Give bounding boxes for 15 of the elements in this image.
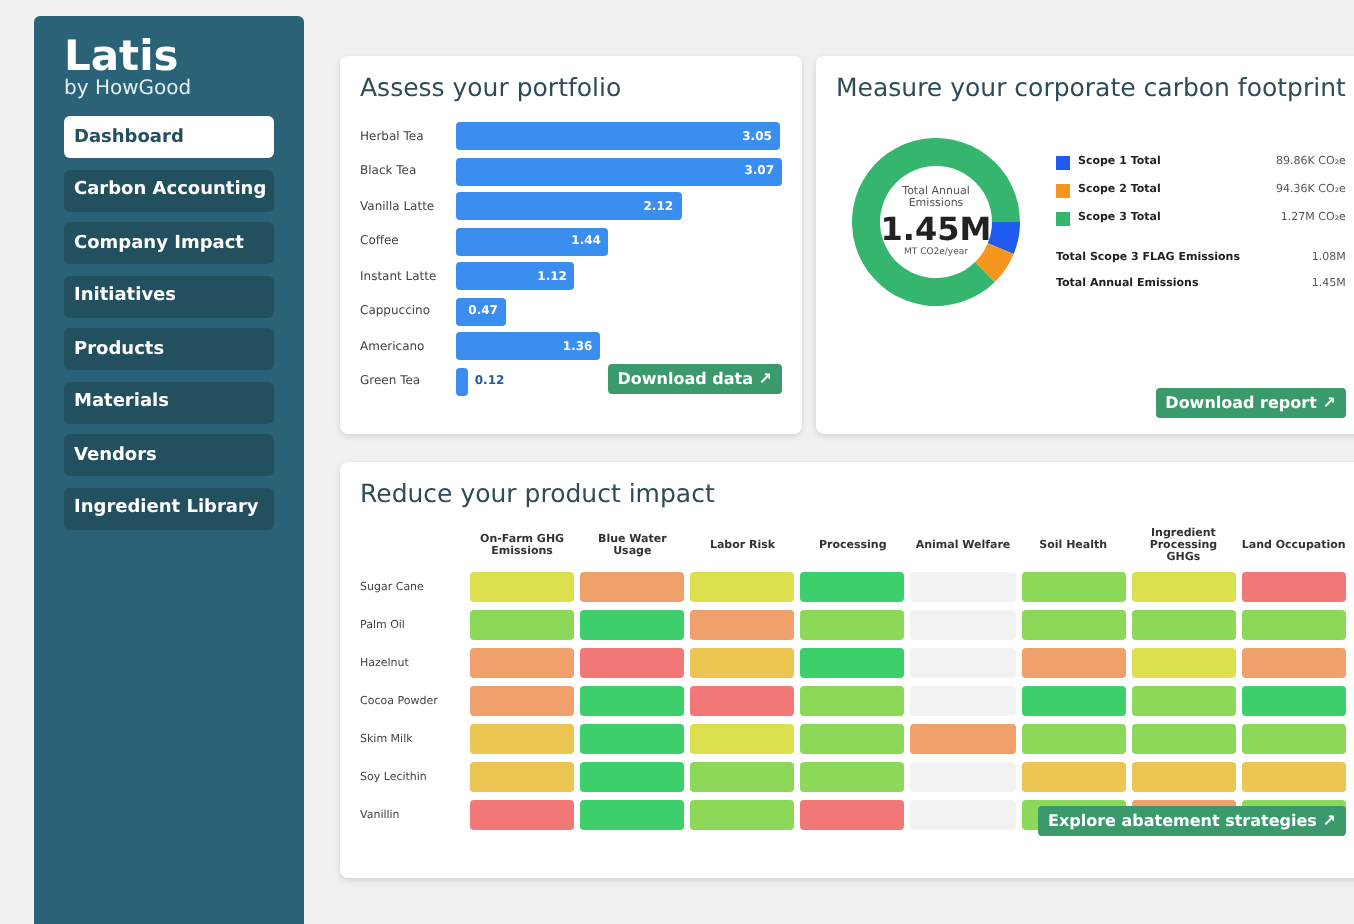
card-title: Reduce your product impact xyxy=(360,478,715,508)
sidebar-item[interactable]: Ingredient Library xyxy=(64,487,274,529)
sidebar-item[interactable]: Products xyxy=(64,328,274,370)
donut-total: 1.45M xyxy=(880,210,992,248)
logo: Latis xyxy=(64,36,179,78)
bar xyxy=(456,367,469,395)
card-title: Measure your corporate carbon footprint xyxy=(836,72,1346,102)
sidebar-item[interactable]: Materials xyxy=(64,381,274,423)
sidebar-item[interactable]: Dashboard xyxy=(64,116,274,158)
sidebar-item[interactable]: Vendors xyxy=(64,434,274,476)
logo-tagline: by HowGood xyxy=(64,78,192,100)
sidebar-item[interactable]: Carbon Accounting xyxy=(64,169,274,211)
card-title: Assess your portfolio xyxy=(360,72,622,102)
sidebar-item[interactable]: Initiatives xyxy=(64,275,274,317)
sidebar-item[interactable]: Company Impact xyxy=(64,222,274,264)
